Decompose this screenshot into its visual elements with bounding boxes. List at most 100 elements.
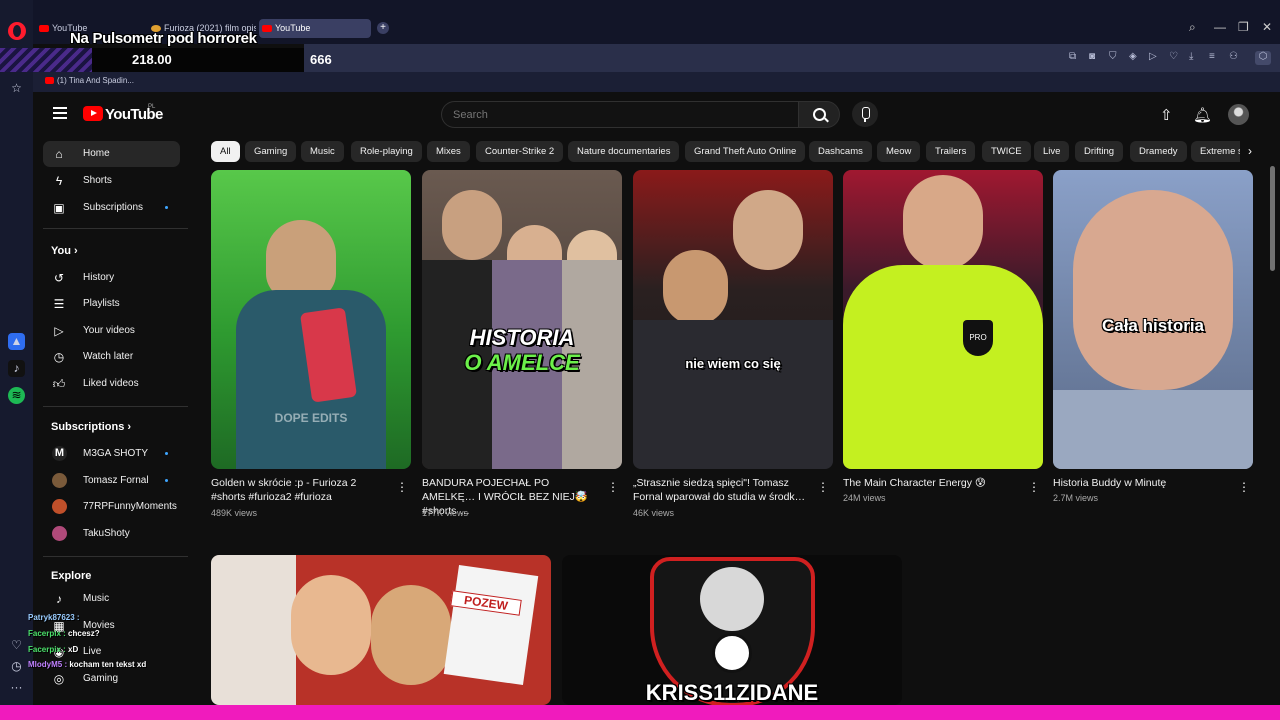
sidebar-item-subscriptions[interactable]: ▣ Subscriptions bbox=[43, 195, 180, 221]
opera-logo-icon[interactable] bbox=[8, 22, 26, 40]
chip-meow[interactable]: Meow bbox=[877, 141, 921, 162]
play-icon[interactable]: ▷ bbox=[1149, 51, 1157, 62]
upload-icon[interactable]: ⇧ bbox=[1160, 106, 1173, 124]
short-title-1[interactable]: Golden w skrócie :p - Furioza 2 #shorts … bbox=[211, 476, 391, 504]
chevron-right-icon[interactable]: › bbox=[1240, 141, 1260, 162]
sidebar-item-watch-later[interactable]: ◷ Watch later bbox=[43, 344, 180, 370]
youtube-logo-icon[interactable] bbox=[83, 106, 103, 121]
short-title-5[interactable]: Historia Buddy w Minutę bbox=[1053, 476, 1233, 490]
chip-role-playing[interactable]: Role-playing bbox=[351, 141, 422, 162]
thumb-figure bbox=[1053, 390, 1253, 469]
new-tab-button[interactable]: + bbox=[377, 22, 389, 34]
short-thumbnail-3[interactable]: nie wiem co się bbox=[633, 170, 833, 469]
browser-search-icon[interactable]: ⌕ bbox=[1189, 20, 1196, 35]
download-icon[interactable]: ⤓ bbox=[1189, 51, 1193, 62]
thumb-figure bbox=[442, 190, 502, 260]
more-options-icon[interactable]: ⋮ bbox=[607, 481, 619, 493]
more-options-icon[interactable]: ⋮ bbox=[817, 481, 829, 493]
chip-drifting[interactable]: Drifting bbox=[1075, 141, 1124, 162]
extension-icon[interactable]: ⬡ bbox=[1255, 51, 1271, 65]
minimize-icon[interactable]: — bbox=[1214, 20, 1226, 34]
short-thumbnail-5[interactable]: Cała historia bbox=[1053, 170, 1253, 469]
camera-icon[interactable]: ◙ bbox=[1089, 51, 1095, 62]
chip-mixes[interactable]: Mixes bbox=[427, 141, 470, 162]
chip-music[interactable]: Music bbox=[301, 141, 344, 162]
thumb-figure bbox=[663, 250, 728, 325]
sidebar-item-music[interactable]: ♪ Music bbox=[43, 586, 180, 612]
sidebar-item-history[interactable]: ↺ History bbox=[43, 265, 180, 291]
shield-icon[interactable]: ⛉ bbox=[1109, 51, 1117, 62]
menu-icon[interactable] bbox=[53, 107, 67, 119]
menu-icon[interactable]: ≡ bbox=[1209, 51, 1215, 62]
sidebar-item-shorts[interactable]: ϟ Shorts bbox=[43, 168, 180, 194]
spotify-icon[interactable]: ≋ bbox=[8, 387, 25, 404]
chip-counter-strike-2[interactable]: Counter-Strike 2 bbox=[476, 141, 564, 162]
short-title-3[interactable]: „Strasznie siedzą spięci"! Tomasz Fornal… bbox=[633, 476, 813, 504]
thumb-caption: Cała historia bbox=[1101, 316, 1205, 335]
star-icon[interactable]: ☆ bbox=[8, 80, 25, 97]
profile-icon[interactable]: ⚇ bbox=[1229, 51, 1238, 62]
vpn-icon[interactable]: ◈ bbox=[1129, 51, 1137, 62]
chip-dramedy[interactable]: Dramedy bbox=[1130, 141, 1187, 162]
sidebar-item-your-videos[interactable]: ▷ Your videos bbox=[43, 318, 180, 344]
sidebar-item-gaming[interactable]: ◎ Gaming bbox=[43, 666, 180, 692]
video-thumbnail-2[interactable]: KRISS11ZIDANE bbox=[562, 555, 902, 705]
short-thumbnail-2[interactable]: HISTORIA O AMELCE bbox=[422, 170, 622, 469]
watch-later-icon: ◷ bbox=[53, 350, 65, 364]
heart-icon[interactable]: ♡ bbox=[1169, 51, 1178, 62]
chip-dashcams[interactable]: Dashcams bbox=[809, 141, 872, 162]
bell-icon[interactable]: 🔔︎ bbox=[1193, 106, 1212, 124]
tiktok-icon[interactable]: ♪ bbox=[8, 360, 25, 377]
chip-gaming[interactable]: Gaming bbox=[245, 141, 297, 162]
tool-icon[interactable]: ⧉ bbox=[1069, 51, 1076, 62]
short-views-2: 177K views bbox=[422, 508, 469, 518]
chip-twice[interactable]: TWICE bbox=[982, 141, 1031, 162]
bookmark-item[interactable]: (1) Tina And Spadin... bbox=[45, 76, 134, 85]
short-thumbnail-4[interactable]: PRO bbox=[843, 170, 1043, 469]
thumb-figure bbox=[1073, 190, 1233, 390]
avatar[interactable] bbox=[1228, 104, 1249, 125]
sidebar-sub-tomasz-fornal[interactable]: Tomasz Fornal bbox=[43, 468, 180, 494]
chat-message: Facerpix : chcesz? bbox=[28, 629, 100, 638]
chip-gta-online[interactable]: Grand Theft Auto Online bbox=[685, 141, 806, 162]
chip-nature-documentaries[interactable]: Nature documentaries bbox=[568, 141, 680, 162]
short-title-4[interactable]: The Main Character Energy 😰 bbox=[843, 476, 1023, 490]
microphone-icon[interactable] bbox=[852, 101, 878, 127]
you-section-title[interactable]: You › bbox=[51, 245, 78, 257]
sidebar-sub-m3ga-shoty[interactable]: M M3GA SHOTY bbox=[43, 441, 180, 467]
tab-label: YouTube bbox=[275, 23, 311, 33]
maximize-icon[interactable]: ❐ bbox=[1238, 20, 1249, 34]
app-icon[interactable]: ▲ bbox=[8, 333, 25, 350]
sidebar-sub-takushoty[interactable]: TakuShoty bbox=[43, 521, 180, 547]
sidebar-item-label: Your videos bbox=[83, 325, 135, 336]
new-content-dot bbox=[165, 206, 168, 209]
clock-icon[interactable]: ◷ bbox=[8, 658, 25, 675]
search-input[interactable] bbox=[441, 101, 798, 128]
sidebar-item-label: Watch later bbox=[83, 351, 134, 362]
sidebar-item-label: Shorts bbox=[83, 175, 112, 186]
tab-youtube-active[interactable]: YouTube bbox=[259, 19, 371, 38]
chip-all[interactable]: All bbox=[211, 141, 240, 162]
subscriptions-section-title[interactable]: Subscriptions › bbox=[51, 421, 131, 433]
sidebar-item-home[interactable]: ⌂ Home bbox=[43, 141, 180, 167]
more-options-icon[interactable]: ⋮ bbox=[1238, 481, 1250, 493]
search-icon[interactable] bbox=[798, 101, 840, 128]
more-options-icon[interactable]: ⋮ bbox=[396, 481, 408, 493]
more-options-icon[interactable]: ⋮ bbox=[1028, 481, 1040, 493]
short-thumbnail-1[interactable]: DOPE EDITS bbox=[211, 170, 411, 469]
sidebar-sub-77rpfunnymoments[interactable]: 77RPFunnyMoments bbox=[43, 494, 180, 520]
sidebar-item-playlists[interactable]: ☰ Playlists bbox=[43, 291, 180, 317]
bookmarks-bar bbox=[33, 72, 1280, 92]
video-thumbnail-1[interactable]: POZEW bbox=[211, 555, 551, 705]
heart-icon[interactable]: ♡ bbox=[8, 637, 25, 654]
thumb-figure bbox=[733, 190, 803, 270]
scrollbar[interactable] bbox=[1270, 166, 1275, 271]
chevron-right-icon: › bbox=[74, 245, 78, 257]
more-icon[interactable]: ··· bbox=[8, 679, 25, 696]
divider bbox=[43, 556, 188, 557]
chip-live[interactable]: Live bbox=[1034, 141, 1070, 162]
chip-trailers[interactable]: Trailers bbox=[926, 141, 976, 162]
close-icon[interactable]: ✕ bbox=[1262, 20, 1272, 34]
subscriptions-icon: ▣ bbox=[53, 201, 65, 215]
sidebar-item-liked-videos[interactable]: 👍︎ Liked videos bbox=[43, 371, 180, 397]
